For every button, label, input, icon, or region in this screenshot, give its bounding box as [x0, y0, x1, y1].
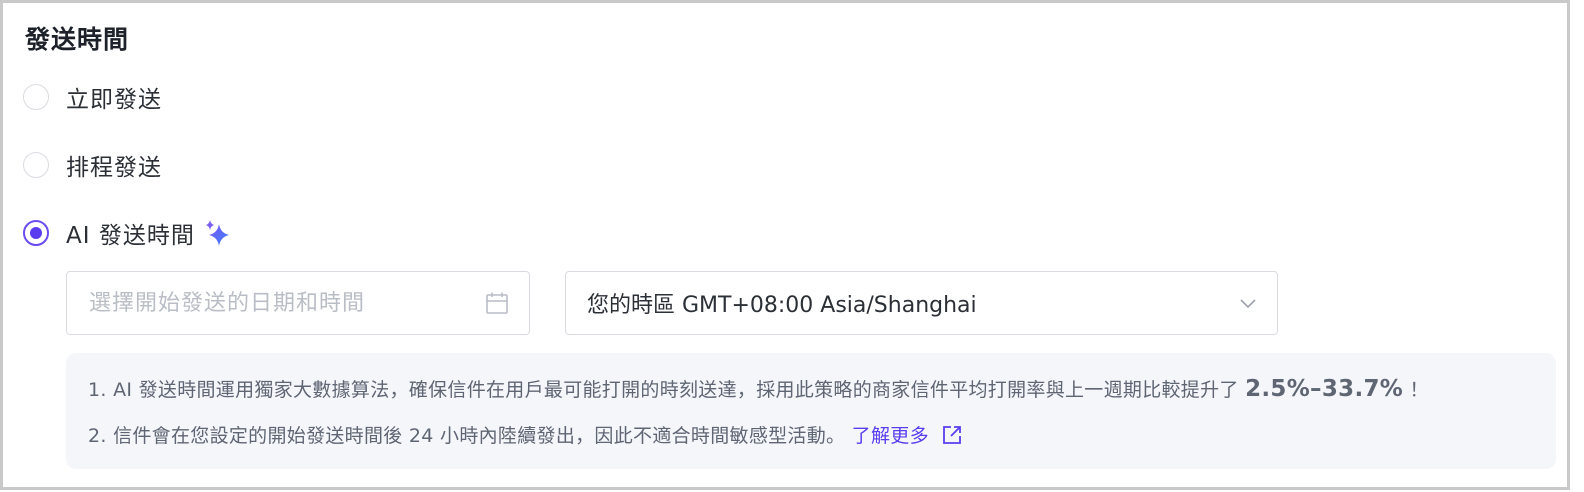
- calendar-icon[interactable]: [485, 291, 509, 319]
- external-link-icon: [941, 424, 963, 451]
- timezone-value: 您的時區 GMT+08:00 Asia/Shanghai: [587, 293, 977, 318]
- timezone-select[interactable]: 您的時區 GMT+08:00 Asia/Shanghai: [565, 271, 1278, 335]
- radio-option-ai[interactable]: AI 發送時間: [23, 216, 233, 250]
- radio-button-ai[interactable]: [23, 220, 49, 246]
- radio-option-immediate[interactable]: 立即發送: [23, 80, 162, 114]
- info-line-1-text: 1. AI 發送時間運用獨家大數據算法，確保信件在用戶最可能打開的時刻送達，採用…: [88, 379, 1239, 401]
- radio-button-immediate[interactable]: [23, 84, 49, 110]
- chevron-down-icon[interactable]: [1238, 294, 1258, 318]
- radio-option-scheduled[interactable]: 排程發送: [23, 148, 162, 182]
- ai-send-time-info: 1. AI 發送時間運用獨家大數據算法，確保信件在用戶最可能打開的時刻送達，採用…: [66, 353, 1556, 469]
- info-line-2-text: 2. 信件會在您設定的開始發送時間後 24 小時內陸續發出，因此不適合時間敏感型…: [88, 425, 846, 447]
- sparkle-icon: [203, 218, 233, 248]
- info-line-2: 2. 信件會在您設定的開始發送時間後 24 小時內陸續發出，因此不適合時間敏感型…: [88, 421, 963, 451]
- info-line-1-suffix: ！: [1409, 379, 1429, 401]
- radio-button-scheduled[interactable]: [23, 152, 49, 178]
- radio-label-immediate: 立即發送: [66, 87, 162, 113]
- start-date-time-picker[interactable]: [66, 271, 530, 335]
- radio-label-ai: AI 發送時間: [66, 223, 195, 249]
- section-title: 發送時間: [25, 25, 130, 54]
- learn-more-link[interactable]: 了解更多: [852, 425, 964, 447]
- learn-more-label: 了解更多: [851, 425, 929, 447]
- radio-label-scheduled: 排程發送: [66, 155, 162, 181]
- start-date-time-input[interactable]: [87, 289, 471, 317]
- send-time-panel: 發送時間 立即發送 排程發送 AI 發送時間 選擇開始發送的日期和時間 您的時區…: [0, 0, 1570, 490]
- open-rate-highlight: 2.5%–33.7%: [1245, 376, 1404, 402]
- info-line-1: 1. AI 發送時間運用獨家大數據算法，確保信件在用戶最可能打開的時刻送達，採用…: [88, 375, 1429, 402]
